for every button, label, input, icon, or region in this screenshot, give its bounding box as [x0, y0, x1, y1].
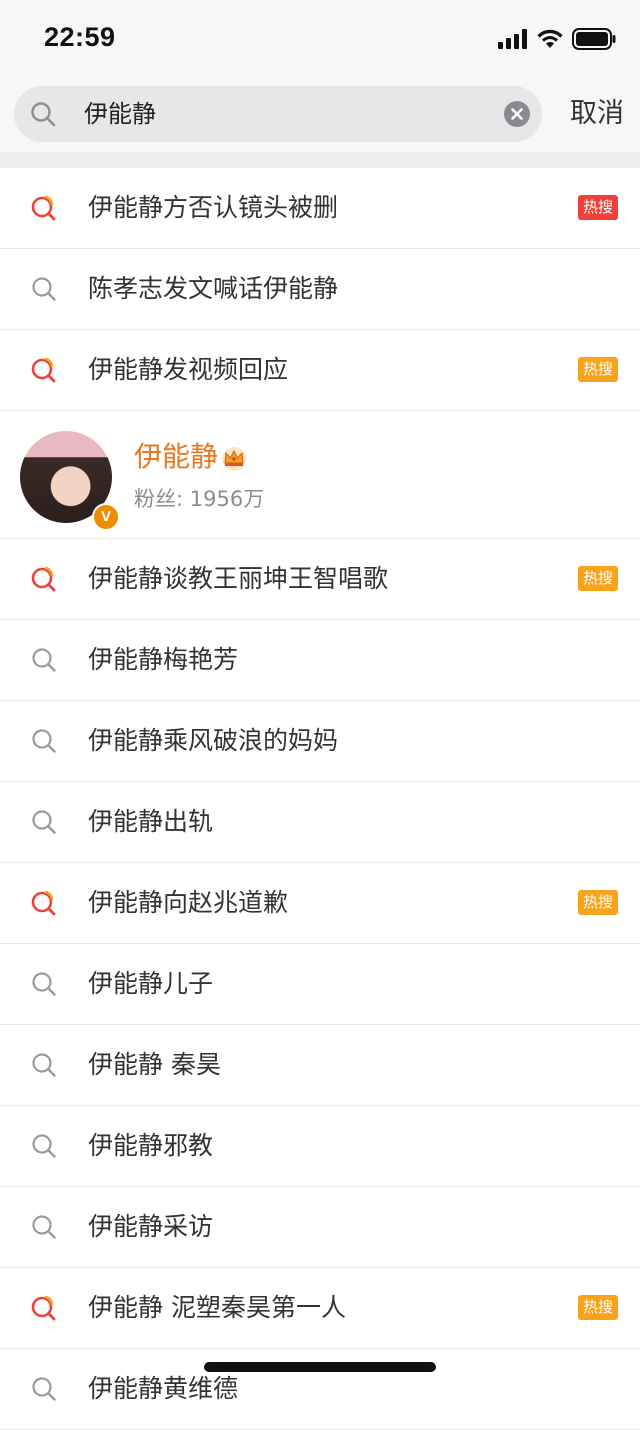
search-box[interactable]: 伊能静: [14, 86, 542, 142]
hot-search-icon: [31, 566, 56, 592]
suggestion-row[interactable]: 伊能静采访: [0, 1187, 640, 1268]
suggestion-text: 伊能静乘风破浪的妈妈: [88, 726, 339, 755]
search-input[interactable]: 伊能静: [84, 86, 156, 142]
search-icon: [32, 1134, 56, 1158]
user-name[interactable]: 伊能静: [134, 435, 248, 475]
suggestion-row[interactable]: 伊能静 泥塑秦昊第一人 热搜: [0, 1268, 640, 1349]
signal-icon: [498, 29, 527, 49]
search-icon: [32, 729, 56, 753]
suggestion-text: 伊能静邪教: [88, 1131, 214, 1160]
hot-badge: 热搜: [577, 1295, 618, 1320]
hot-search-icon: [31, 1295, 56, 1321]
search-icon: [32, 648, 56, 672]
suggestion-text: 伊能静发视频回应: [88, 355, 289, 384]
suggestion-text: 伊能静儿子: [88, 969, 214, 998]
suggestion-text: 伊能静黄维德: [88, 1374, 239, 1403]
suggestion-row[interactable]: 伊能静出轨: [0, 782, 640, 863]
cancel-button[interactable]: 取消: [570, 92, 624, 136]
suggestion-list: 伊能静方否认镜头被删 热搜 陈孝志发文喊话伊能静 伊能静发视频回应 热搜 V 伊…: [0, 168, 640, 1430]
clear-input-button[interactable]: [504, 101, 530, 127]
suggestion-text: 陈孝志发文喊话伊能静: [88, 274, 339, 303]
suggestion-row[interactable]: 伊能静向赵兆道歉 热搜: [0, 863, 640, 944]
hot-badge: 热搜: [577, 195, 618, 220]
suggestion-text: 伊能静出轨: [88, 807, 214, 836]
hot-badge: 热搜: [577, 890, 618, 915]
hot-badge: 热搜: [577, 566, 618, 591]
suggestion-text: 伊能静采访: [88, 1212, 214, 1241]
search-icon: [32, 1215, 56, 1239]
suggestion-row[interactable]: 伊能静乘风破浪的妈妈: [0, 701, 640, 782]
hot-badge: 热搜: [577, 357, 618, 382]
home-indicator[interactable]: [204, 1362, 436, 1372]
status-icons: [498, 28, 616, 50]
follower-count: 粉丝: 1956万: [134, 487, 265, 511]
crown-icon: [222, 447, 247, 471]
hot-search-icon: [31, 357, 56, 383]
search-icon: [32, 810, 56, 834]
search-icon: [32, 972, 56, 996]
wifi-icon: [537, 29, 563, 48]
suggestion-row[interactable]: 伊能静谈教王丽坤王智唱歌 热搜: [0, 539, 640, 620]
search-icon: [32, 1053, 56, 1077]
suggestion-text: 伊能静方否认镜头被删: [88, 193, 339, 222]
suggestion-row[interactable]: 伊能静 秦昊: [0, 1025, 640, 1106]
status-bar: 22:59: [0, 0, 640, 80]
hot-search-icon: [31, 890, 56, 916]
suggestion-text: 伊能静向赵兆道歉: [88, 888, 289, 917]
search-header: 伊能静 取消: [0, 80, 640, 153]
suggestion-row[interactable]: 伊能静邪教: [0, 1106, 640, 1187]
suggestion-text: 伊能静 泥塑秦昊第一人: [88, 1293, 346, 1322]
suggestion-row[interactable]: 伊能静发视频回应 热搜: [0, 330, 640, 411]
suggestion-row[interactable]: 陈孝志发文喊话伊能静: [0, 249, 640, 330]
suggestion-row[interactable]: 伊能静梅艳芳: [0, 620, 640, 701]
suggestion-row[interactable]: 伊能静儿子: [0, 944, 640, 1025]
search-icon: [32, 277, 56, 301]
section-divider: [0, 152, 640, 168]
search-icon: [32, 1377, 56, 1401]
hot-search-icon: [31, 195, 56, 221]
close-icon: [511, 108, 523, 120]
suggestion-text: 伊能静梅艳芳: [88, 645, 239, 674]
battery-icon: [572, 28, 616, 50]
status-time: 22:59: [44, 22, 116, 52]
user-result-card[interactable]: V 伊能静 粉丝: 1956万: [0, 411, 640, 539]
suggestion-text: 伊能静谈教王丽坤王智唱歌: [88, 564, 389, 593]
suggestion-row[interactable]: 伊能静方否认镜头被删 热搜: [0, 168, 640, 249]
suggestion-text: 伊能静 秦昊: [88, 1050, 221, 1079]
search-icon: [31, 102, 56, 127]
user-name-text: 伊能静: [134, 440, 219, 473]
verified-badge: V: [92, 503, 120, 531]
